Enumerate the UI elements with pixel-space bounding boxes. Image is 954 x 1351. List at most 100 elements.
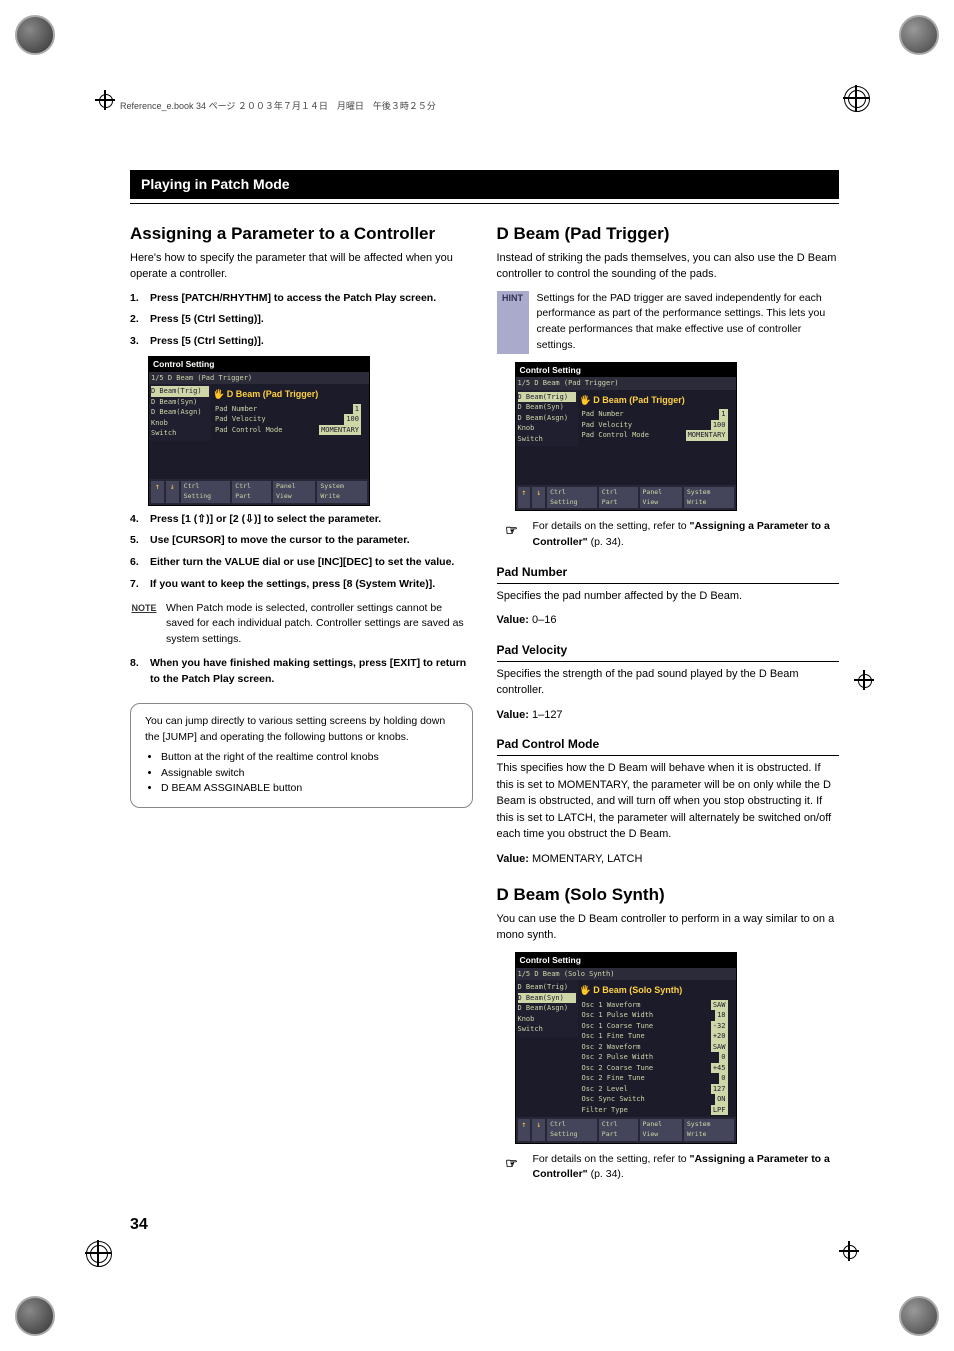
param-heading: Pad Number	[497, 563, 840, 584]
screenshot-button-bar: ↑↓Ctrl SettingCtrl PartPanel ViewSystem …	[149, 479, 369, 505]
screenshot-row: Osc 1 Pulse Width18	[580, 1010, 730, 1021]
screenshot-side-item: Switch	[518, 434, 576, 445]
screenshot-button-bar: ↑↓Ctrl SettingCtrl PartPanel ViewSystem …	[516, 485, 736, 511]
screenshot-row: Pad Number1	[580, 409, 730, 420]
param-heading: Pad Control Mode	[497, 735, 840, 756]
screenshot-side-item: Knob	[518, 423, 576, 434]
screenshot-main: 🖐 D Beam (Pad Trigger)Pad Number1Pad Vel…	[578, 390, 732, 485]
note-text: When Patch mode is selected, controller …	[166, 601, 473, 648]
screenshot-row: Osc 2 Fine Tune0	[580, 1073, 730, 1084]
screenshot-softkey: Ctrl Setting	[547, 1119, 597, 1141]
tip-box: You can jump directly to various setting…	[130, 703, 473, 808]
param-heading: Pad Velocity	[497, 641, 840, 662]
screenshot-row: Osc 1 WaveformSAW	[580, 1000, 730, 1011]
reference-text: For details on the setting, refer to "As…	[533, 1152, 840, 1184]
screenshot-side-item: D Beam(Asgn)	[518, 413, 576, 424]
param-desc: This specifies how the D Beam will behav…	[497, 760, 840, 843]
screenshot-softkey: Ctrl Part	[232, 481, 271, 503]
screenshot-row: Osc 1 Coarse Tune-32	[580, 1021, 730, 1032]
screenshot-sidebar: D Beam(Trig)D Beam(Syn)D Beam(Asgn)KnobS…	[149, 384, 211, 441]
screenshot-row: Osc 2 Level127	[580, 1084, 730, 1095]
screenshot-row: Osc 2 Pulse Width0	[580, 1052, 730, 1063]
steps-list: Press [1 (⇧)] or [2 (⇩)] to select the p…	[130, 512, 473, 593]
crop-mark-bl	[15, 1296, 55, 1336]
screenshot-softkey: Ctrl Part	[599, 1119, 638, 1141]
screenshot-tab: 1/5 D Beam (Pad Trigger)	[516, 377, 736, 390]
screenshot-side-item: D Beam(Syn)	[518, 402, 576, 413]
register-mark-icon	[854, 670, 874, 690]
register-mark-large-icon	[85, 1240, 111, 1266]
screenshot-main: 🖐 D Beam (Pad Trigger)Pad Number1Pad Vel…	[211, 384, 365, 479]
hint-text: Settings for the PAD trigger are saved i…	[537, 291, 840, 354]
steps-list: Press [PATCH/RHYTHM] to access the Patch…	[130, 291, 473, 350]
crop-mark-br	[899, 1296, 939, 1336]
step-item: Press [5 (Ctrl Setting)].	[130, 334, 473, 350]
screenshot-softkey: Panel View	[640, 1119, 682, 1141]
note-block: NOTE When Patch mode is selected, contro…	[130, 601, 473, 648]
screenshot-softkey: Ctrl Part	[599, 487, 638, 509]
step-item: Either turn the VALUE dial or use [INC][…	[130, 555, 473, 571]
lcd-screenshot: Control Setting1/5 D Beam (Pad Trigger)D…	[148, 356, 370, 506]
screenshot-row: Pad Control ModeMOMENTARY	[213, 425, 363, 436]
screenshot-side-item: D Beam(Asgn)	[151, 407, 209, 418]
step-item: Press [PATCH/RHYTHM] to access the Patch…	[130, 291, 473, 307]
lcd-screenshot: Control Setting1/5 D Beam (Solo Synth)D …	[515, 952, 737, 1144]
up-arrow-icon: ↑	[518, 487, 531, 509]
section-heading: D Beam (Solo Synth)	[497, 885, 840, 905]
hint-block: HINT Settings for the PAD trigger are sa…	[497, 291, 840, 354]
param-value: Value: 1–127	[497, 707, 840, 724]
screenshot-side-item: D Beam(Syn)	[518, 993, 576, 1004]
screenshot-title: Control Setting	[149, 357, 369, 372]
tip-item: Button at the right of the realtime cont…	[161, 750, 458, 766]
register-mark-large-icon	[843, 85, 869, 111]
screenshot-panel-title: 🖐 D Beam (Solo Synth)	[580, 982, 730, 1000]
step-item: Press [1 (⇧)] or [2 (⇩)] to select the p…	[130, 512, 473, 528]
screenshot-side-item: D Beam(Trig)	[518, 392, 576, 403]
screenshot-row: Pad Velocity100	[213, 414, 363, 425]
down-arrow-icon: ↓	[532, 1119, 545, 1141]
steps-list: When you have finished making settings, …	[130, 656, 473, 688]
intro-paragraph: Here's how to specify the parameter that…	[130, 250, 473, 283]
screenshot-softkey: Ctrl Setting	[181, 481, 231, 503]
hint-icon: HINT	[497, 291, 529, 354]
right-column: D Beam (Pad Trigger) Instead of striking…	[497, 224, 840, 1191]
screenshot-row: Filter TypeLPF	[580, 1105, 730, 1116]
screenshot-tab: 1/5 D Beam (Solo Synth)	[516, 968, 736, 981]
up-arrow-icon: ↑	[518, 1119, 531, 1141]
down-arrow-icon: ↓	[166, 481, 179, 503]
screenshot-button-bar: ↑↓Ctrl SettingCtrl PartPanel ViewSystem …	[516, 1117, 736, 1143]
up-arrow-icon: ↑	[151, 481, 164, 503]
param-value: Value: 0–16	[497, 612, 840, 629]
screenshot-panel-title: 🖐 D Beam (Pad Trigger)	[213, 386, 363, 404]
body-paragraph: You can use the D Beam controller to per…	[497, 911, 840, 944]
screenshot-row: Pad Velocity100	[580, 420, 730, 431]
tip-intro: You can jump directly to various setting…	[145, 714, 458, 746]
screenshot-side-item: D Beam(Trig)	[518, 982, 576, 993]
left-column: Assigning a Parameter to a Controller He…	[130, 224, 473, 1191]
section-heading: D Beam (Pad Trigger)	[497, 224, 840, 244]
param-value: Value: MOMENTARY, LATCH	[497, 851, 840, 868]
screenshot-main: 🖐 D Beam (Solo Synth)Osc 1 WaveformSAWOs…	[578, 980, 732, 1117]
print-header: Reference_e.book 34 ページ ２００３年７月１４日 月曜日 午…	[120, 100, 436, 114]
reference-block: ☞ For details on the setting, refer to "…	[497, 519, 840, 551]
tip-item: D BEAM ASSGINABLE button	[161, 781, 458, 797]
down-arrow-icon: ↓	[532, 487, 545, 509]
step-item: When you have finished making settings, …	[130, 656, 473, 688]
step-item: Use [CURSOR] to move the cursor to the p…	[130, 533, 473, 549]
lcd-screenshot: Control Setting1/5 D Beam (Pad Trigger)D…	[515, 362, 737, 512]
screenshot-side-item: Knob	[518, 1014, 576, 1025]
screenshot-sidebar: D Beam(Trig)D Beam(Syn)D Beam(Asgn)KnobS…	[516, 980, 578, 1037]
section-heading: Assigning a Parameter to a Controller	[130, 224, 473, 244]
screenshot-panel-title: 🖐 D Beam (Pad Trigger)	[580, 392, 730, 410]
screenshot-softkey: Panel View	[273, 481, 315, 503]
mode-title-bar: Playing in Patch Mode	[130, 170, 839, 199]
register-mark-icon	[839, 1241, 859, 1261]
crop-mark-tl	[15, 15, 55, 55]
screenshot-softkey: System Write	[684, 487, 734, 509]
reference-block: ☞ For details on the setting, refer to "…	[497, 1152, 840, 1184]
body-paragraph: Instead of striking the pads themselves,…	[497, 250, 840, 283]
step-item: If you want to keep the settings, press …	[130, 577, 473, 593]
param-desc: Specifies the strength of the pad sound …	[497, 666, 840, 699]
screenshot-softkey: System Write	[317, 481, 367, 503]
screenshot-row: Pad Number1	[213, 404, 363, 415]
